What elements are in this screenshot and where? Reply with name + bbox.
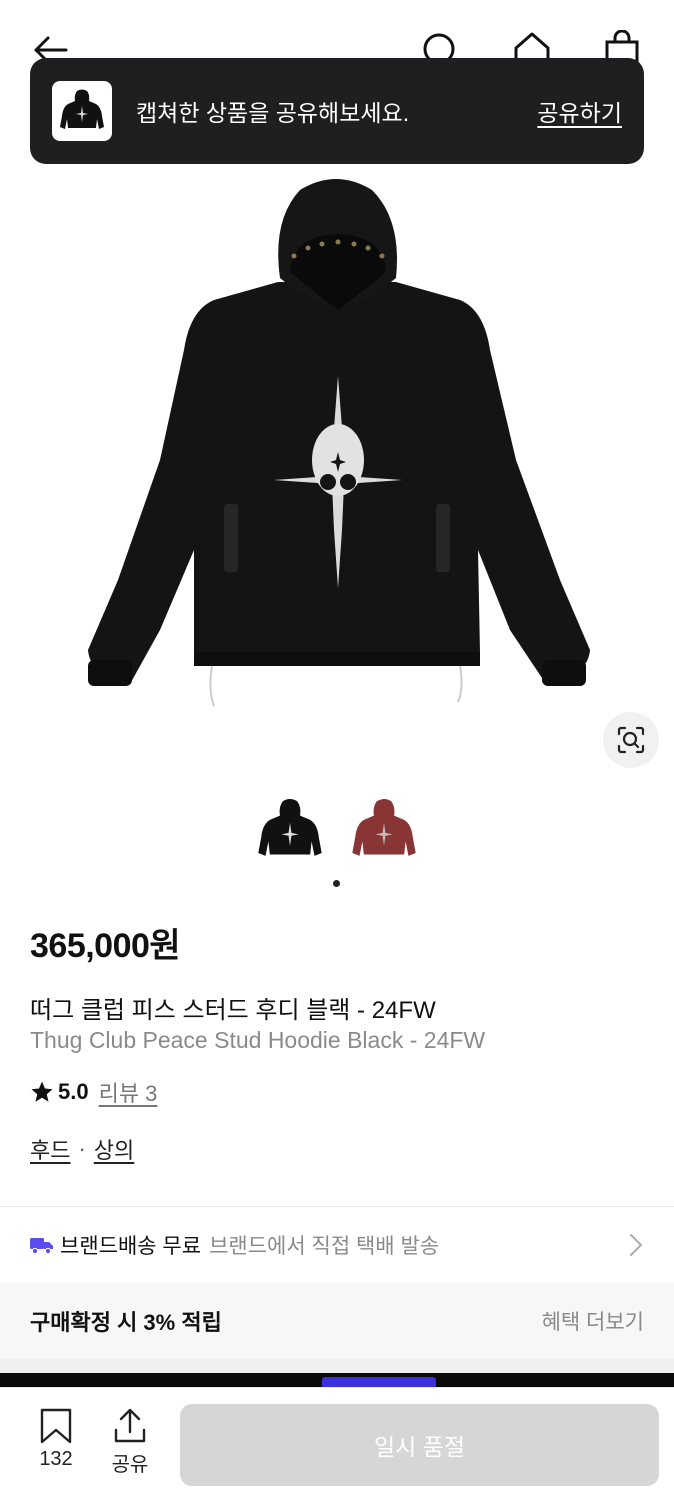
reviews-link[interactable]: 리뷰 3 — [99, 1076, 158, 1108]
banner-peek-accent — [322, 1377, 436, 1387]
image-search-button[interactable] — [603, 712, 659, 768]
category-breadcrumb: 후드 · 상의 — [30, 1133, 134, 1165]
lens-scan-icon — [617, 726, 645, 754]
sold-out-button[interactable]: 일시 품절 — [180, 1404, 659, 1486]
share-link[interactable]: 공유하기 — [537, 94, 622, 128]
benefit-more-link[interactable]: 혜택 더보기 — [542, 1306, 644, 1336]
like-count: 132 — [39, 1448, 73, 1470]
carousel-indicator-dot — [333, 880, 340, 887]
rating-row: 5.0 리뷰 3 — [30, 1076, 157, 1108]
chevron-right-icon — [630, 1234, 642, 1256]
section-gap — [0, 1359, 674, 1373]
variant-thumbnails — [0, 792, 674, 868]
like-button[interactable]: 132 — [26, 1408, 86, 1471]
product-main-image[interactable] — [0, 160, 674, 780]
toast-message: 캡쳐한 상품을 공유해보세요. — [136, 100, 410, 126]
share-toast: 캡쳐한 상품을 공유해보세요. 공유하기 — [30, 58, 644, 164]
bottom-action-bar: 132 공유 일시 품절 — [0, 1387, 674, 1500]
purchase-benefit-row: 구매확정 시 3% 적립 혜택 더보기 — [0, 1283, 674, 1359]
share-button[interactable]: 공유 — [100, 1408, 160, 1477]
variant-thumbnail-red[interactable] — [348, 792, 420, 868]
toast-product-thumbnail — [52, 81, 112, 141]
product-name-english: Thug Club Peace Stud Hoodie Black - 24FW — [30, 1027, 486, 1053]
variant-thumbnail-black[interactable] — [254, 792, 326, 868]
product-price: 365,000원 — [30, 927, 181, 965]
bookmark-icon — [40, 1408, 72, 1444]
star-icon — [31, 1081, 53, 1102]
shipping-label: 브랜드배송 무료 — [60, 1235, 202, 1258]
share-icon — [114, 1408, 146, 1443]
shipping-description: 브랜드에서 직접 택배 발송 — [209, 1235, 440, 1258]
category-separator: · — [78, 1136, 86, 1161]
product-name-korean: 떠그 클럽 피스 스터드 후디 블랙 - 24FW — [30, 997, 436, 1024]
share-label: 공유 — [111, 1454, 149, 1476]
benefit-title: 구매확정 시 3% 적립 — [30, 1310, 222, 1335]
truck-icon — [30, 1238, 53, 1255]
rating-score: 5.0 — [58, 1079, 89, 1104]
shipping-info-row[interactable]: 브랜드배송 무료 브랜드에서 직접 택배 발송 — [0, 1207, 674, 1283]
category-link-tops[interactable]: 상의 — [94, 1133, 134, 1165]
category-link-hoodie[interactable]: 후드 — [30, 1133, 70, 1165]
